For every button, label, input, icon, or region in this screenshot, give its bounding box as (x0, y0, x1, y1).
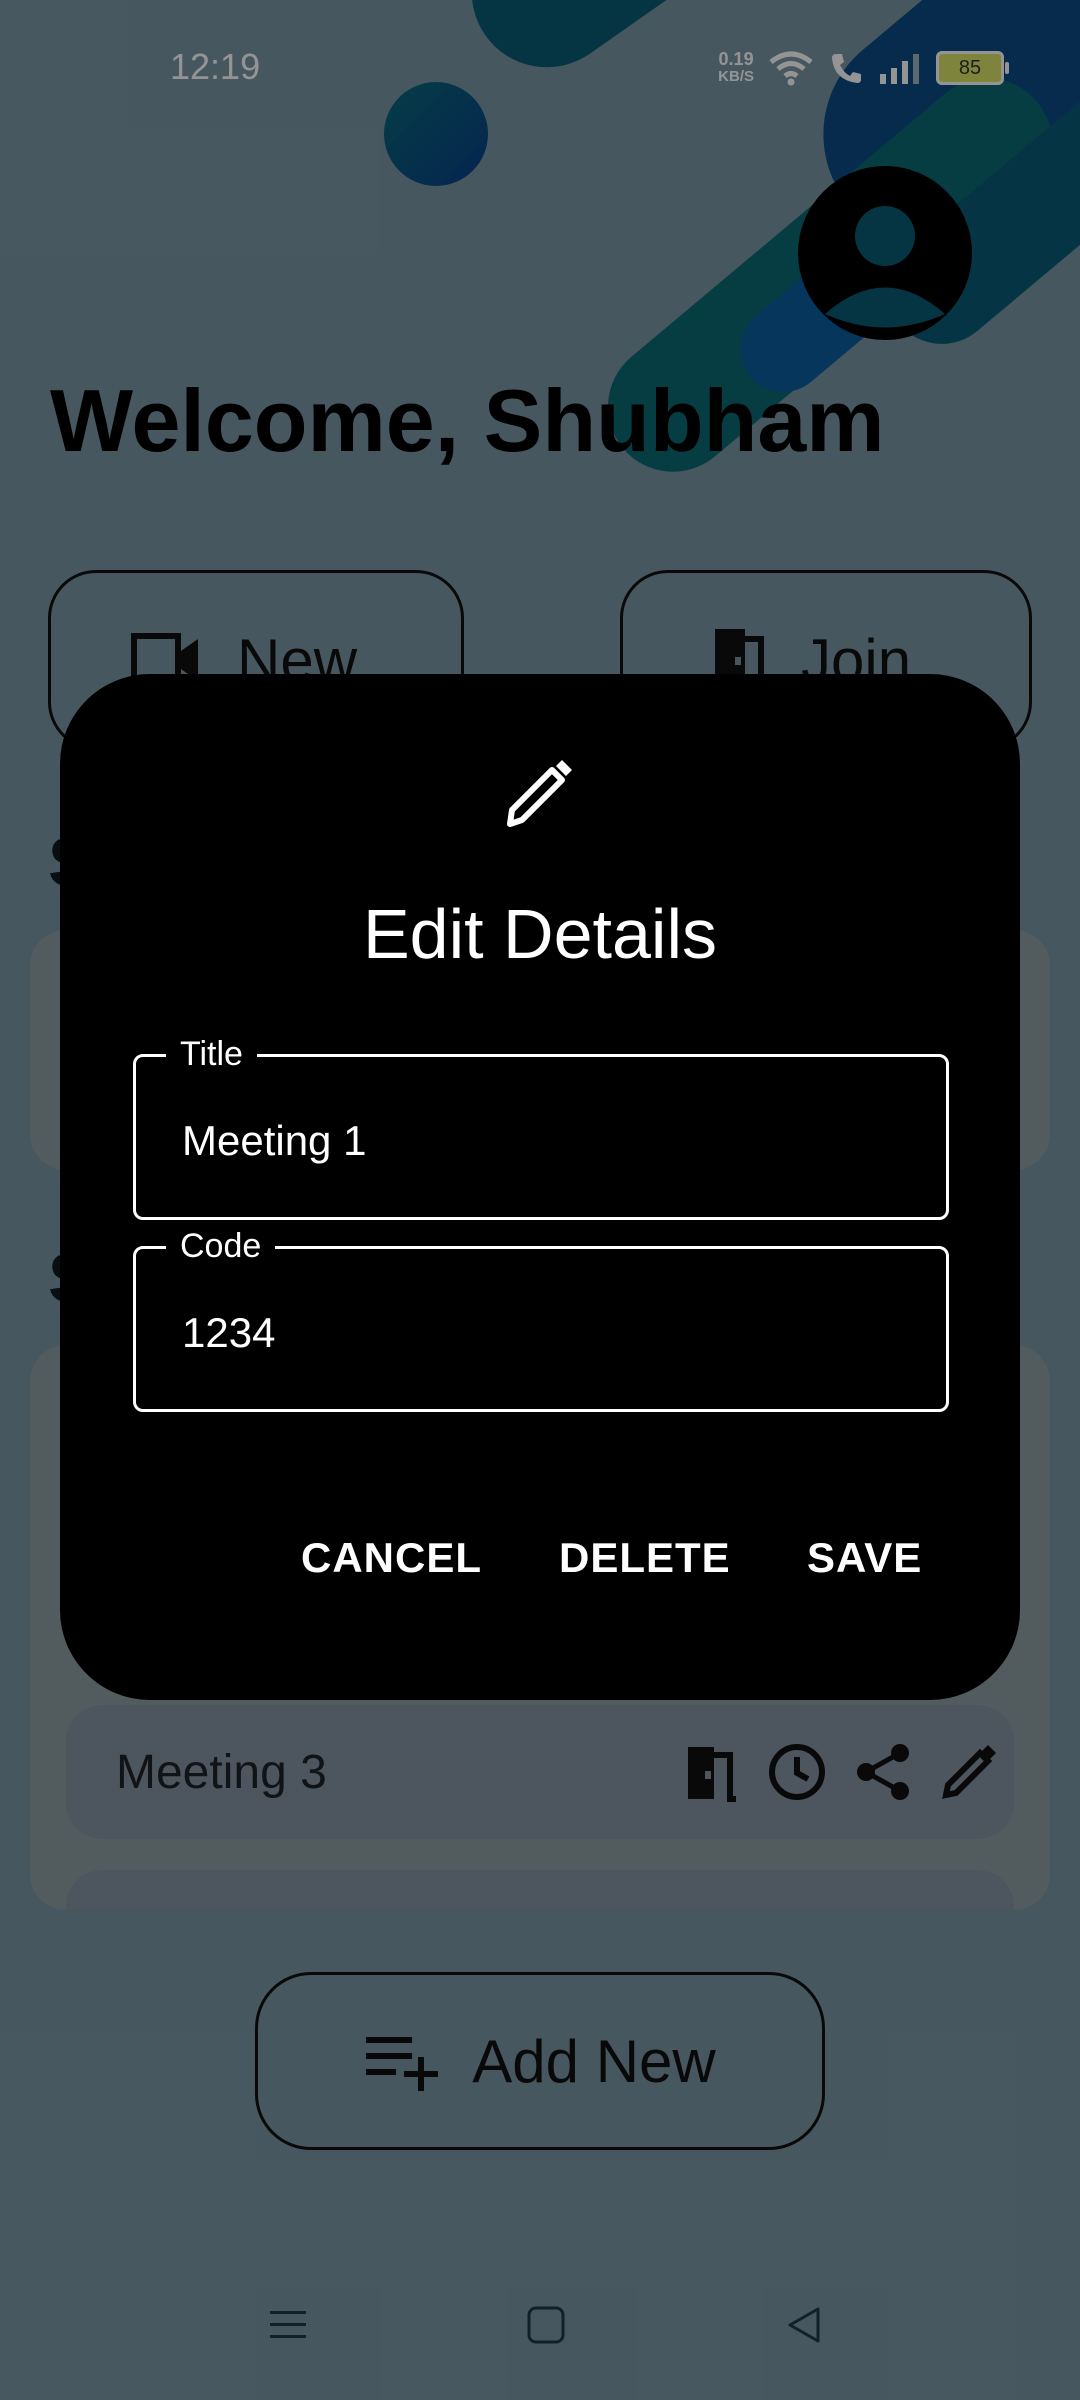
code-field-label: Code (166, 1227, 276, 1266)
edit-details-dialog: Edit Details Title Meeting 1 Code 1234 C… (60, 674, 1020, 1700)
save-button[interactable]: SAVE (807, 1534, 922, 1582)
title-field-value[interactable]: Meeting 1 (182, 1117, 366, 1165)
pencil-icon (507, 760, 572, 827)
code-field[interactable]: Code 1234 (133, 1227, 949, 1412)
delete-button[interactable]: DELETE (559, 1534, 731, 1582)
code-field-value[interactable]: 1234 (182, 1309, 275, 1357)
dialog-title: Edit Details (362, 895, 718, 973)
title-field[interactable]: Title Meeting 1 (133, 1035, 949, 1220)
title-field-label: Title (166, 1035, 257, 1074)
cancel-button[interactable]: CANCEL (301, 1534, 482, 1582)
